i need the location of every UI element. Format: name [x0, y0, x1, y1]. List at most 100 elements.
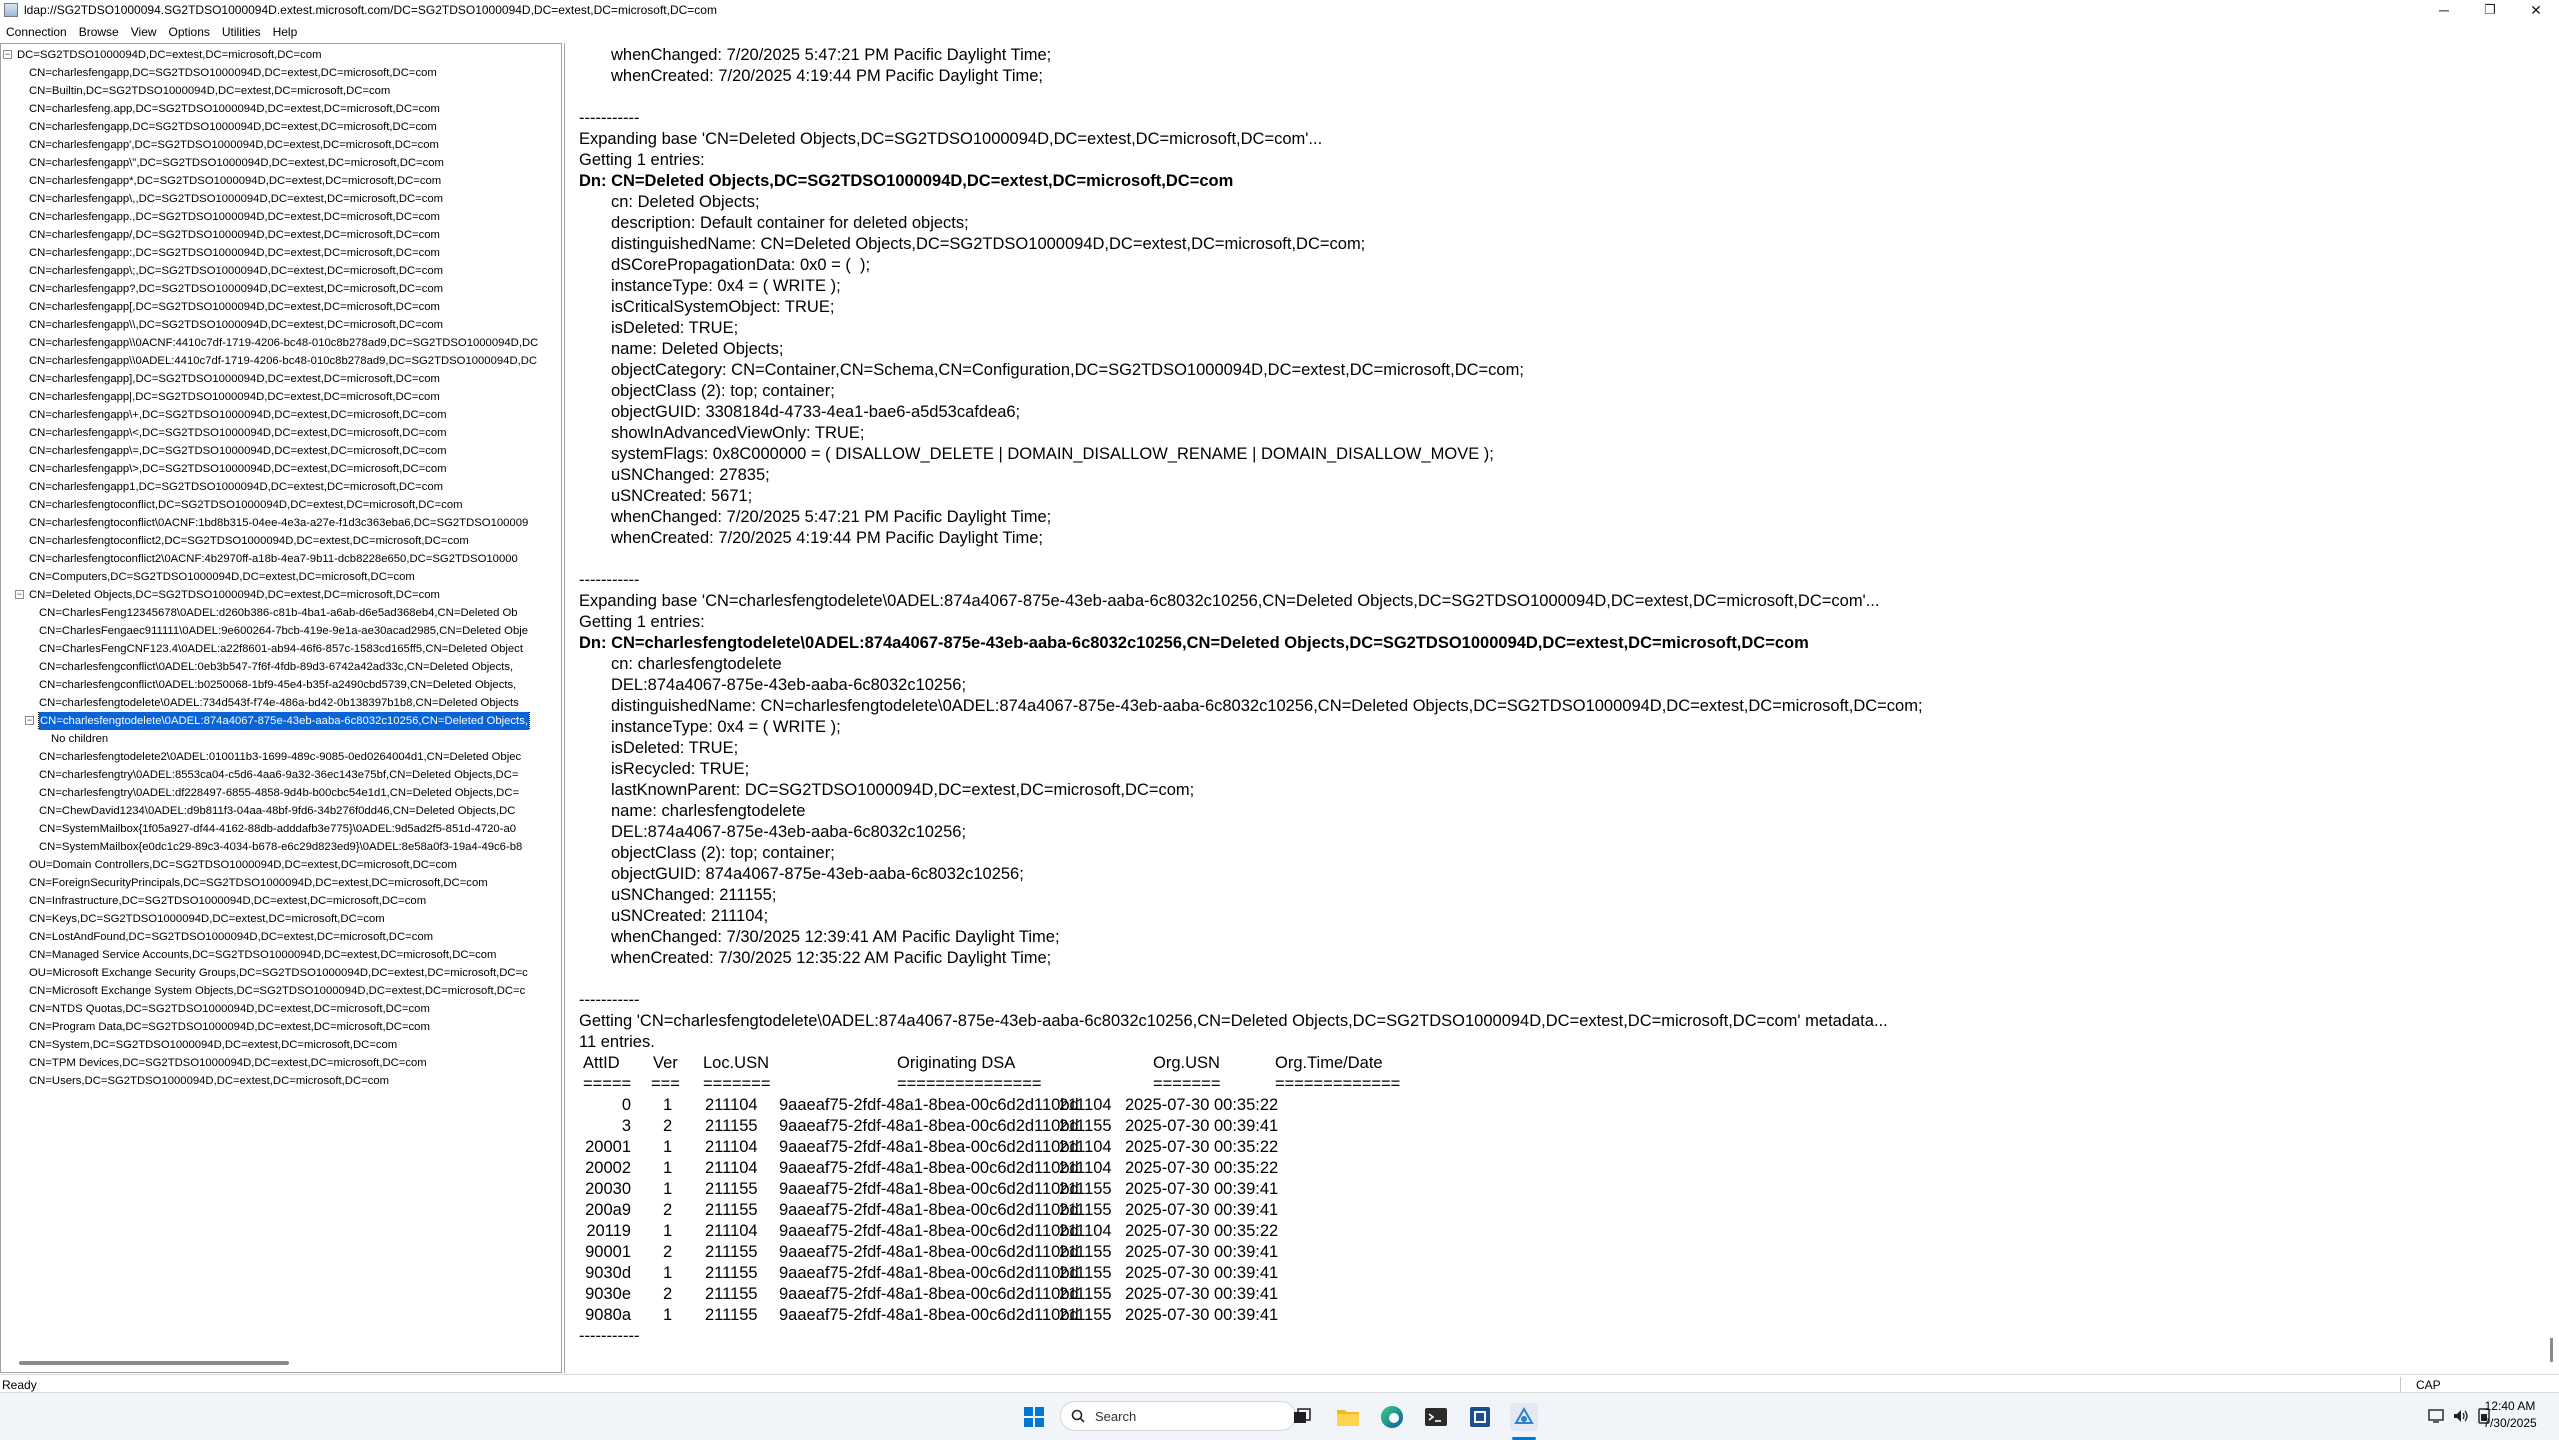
tree-node[interactable]: CN=charlesfengapp],DC=SG2TDSO1000094D,DC… — [1, 370, 561, 388]
tree-node[interactable]: CN=charlesfengapp/,DC=SG2TDSO1000094D,DC… — [1, 226, 561, 244]
window-title: ldap://SG2TDSO1000094.SG2TDSO1000094D.ex… — [24, 3, 717, 17]
tree-node-selected[interactable]: − CN=charlesfengtodelete\0ADEL:874a4067-8… — [1, 712, 561, 730]
file-explorer-icon[interactable] — [1334, 1403, 1362, 1431]
tree-node[interactable]: CN=charlesfengapp\;,DC=SG2TDSO1000094D,D… — [1, 262, 561, 280]
vertical-scrollbar[interactable] — [2550, 1338, 2553, 1362]
tree-collapse-icon[interactable]: − — [15, 590, 24, 599]
edge-browser-icon[interactable] — [1378, 1403, 1406, 1431]
search-icon — [1071, 1409, 1085, 1423]
menu-utilities[interactable]: Utilities — [216, 25, 267, 39]
tree-node[interactable]: CN=Program Data,DC=SG2TDSO1000094D,DC=ex… — [1, 1018, 561, 1036]
tree-node[interactable]: CN=Infrastructure,DC=SG2TDSO1000094D,DC=… — [1, 892, 561, 910]
tree-node[interactable]: CN=SystemMailbox{1f05a927-df44-4162-88db… — [1, 820, 561, 838]
tree-node[interactable]: CN=Microsoft Exchange System Objects,DC=… — [1, 982, 561, 1000]
tree-node[interactable]: CN=CharlesFeng12345678\0ADEL:d260b386-c8… — [1, 604, 561, 622]
tree-node[interactable]: OU=Microsoft Exchange Security Groups,DC… — [1, 964, 561, 982]
tree-node[interactable]: CN=charlesfengtry\0ADEL:8553ca04-c5d6-4a… — [1, 766, 561, 784]
ldp-app-icon[interactable] — [1510, 1403, 1538, 1431]
tree-view[interactable]: − DC=SG2TDSO1000094D,DC=extest,DC=microso… — [1, 46, 561, 1090]
tree-pane[interactable]: − DC=SG2TDSO1000094D,DC=extest,DC=microso… — [0, 43, 562, 1373]
tree-node[interactable]: CN=charlesfengapp:,DC=SG2TDSO1000094D,DC… — [1, 244, 561, 262]
windows-start-icon[interactable] — [1020, 1403, 1048, 1431]
metadata-row: 9080a 1 211155 9aaeaf75-2fdf-48a1-8bea-00c6… — [579, 1305, 2539, 1326]
tree-node[interactable]: CN=charlesfengapp.,DC=SG2TDSO1000094D,DC… — [1, 208, 561, 226]
tree-node[interactable]: CN=charlesfengapp\=,DC=SG2TDSO1000094D,D… — [1, 442, 561, 460]
tree-node[interactable]: CN=charlesfengapp\",DC=SG2TDSO1000094D,D… — [1, 154, 561, 172]
tree-node[interactable]: CN=charlesfengapp\\0ACNF:4410c7df-1719-4… — [1, 334, 561, 352]
tree-node[interactable]: CN=TPM Devices,DC=SG2TDSO1000094D,DC=ext… — [1, 1054, 561, 1072]
tree-node[interactable]: CN=Managed Service Accounts,DC=SG2TDSO10… — [1, 946, 561, 964]
output-line: ----------- — [579, 109, 640, 127]
tree-node[interactable]: CN=charlesfengapp1,DC=SG2TDSO1000094D,DC… — [1, 478, 561, 496]
volume-icon[interactable] — [2452, 1408, 2470, 1427]
close-button[interactable]: ✕ — [2513, 0, 2559, 20]
tree-node[interactable]: CN=Users,DC=SG2TDSO1000094D,DC=extest,DC… — [1, 1072, 561, 1090]
tree-collapse-icon[interactable]: − — [3, 50, 12, 59]
tree-node[interactable]: CN=charlesfengtoconflict\0ACNF:1bd8b315-… — [1, 514, 561, 532]
metadata-row: 0 1 211104 9aaeaf75-2fdf-48a1-8bea-00c6d2d1… — [579, 1095, 2539, 1116]
menu-connection[interactable]: Connection — [0, 25, 73, 39]
tree-node[interactable]: CN=charlesfengapp\<,DC=SG2TDSO1000094D,D… — [1, 424, 561, 442]
tree-node[interactable]: CN=charlesfengapp?,DC=SG2TDSO1000094D,DC… — [1, 280, 561, 298]
taskbar-search[interactable]: Search — [1060, 1401, 1296, 1431]
menu-browse[interactable]: Browse — [73, 25, 125, 39]
menu-view[interactable]: View — [125, 25, 163, 39]
tree-node[interactable]: CN=charlesfengtoconflict,DC=SG2TDSO10000… — [1, 496, 561, 514]
tree-node[interactable]: CN=charlesfengapp\\,DC=SG2TDSO1000094D,D… — [1, 316, 561, 334]
tree-node[interactable]: CN=charlesfengtry\0ADEL:df228497-6855-48… — [1, 784, 561, 802]
tree-node[interactable]: CN=charlesfengtodelete2\0ADEL:010011b3-1… — [1, 748, 561, 766]
tree-node[interactable]: CN=NTDS Quotas,DC=SG2TDSO1000094D,DC=ext… — [1, 1000, 561, 1018]
tree-node[interactable]: CN=charlesfengapp\+,DC=SG2TDSO1000094D,D… — [1, 406, 561, 424]
tree-node-label: CN=charlesfengapp\=,DC=SG2TDSO1000094D,D… — [29, 445, 447, 457]
horizontal-scrollbar[interactable] — [19, 1361, 289, 1365]
tree-node[interactable]: CN=charlesfengapp[,DC=SG2TDSO1000094D,DC… — [1, 298, 561, 316]
tree-node[interactable]: CN=charlesfengapp|,DC=SG2TDSO1000094D,DC… — [1, 388, 561, 406]
tree-node[interactable]: CN=ForeignSecurityPrincipals,DC=SG2TDSO1… — [1, 874, 561, 892]
tree-node[interactable]: CN=charlesfengapp\\0ADEL:4410c7df-1719-4… — [1, 352, 561, 370]
tree-node-label: CN=charlesfengapp:,DC=SG2TDSO1000094D,DC… — [29, 247, 440, 259]
tree-node[interactable]: CN=charlesfengapp,DC=SG2TDSO1000094D,DC=… — [1, 64, 561, 82]
maximize-button[interactable]: ❐ — [2467, 0, 2513, 20]
tree-node[interactable]: No children — [1, 730, 561, 748]
tree-node[interactable]: − DC=SG2TDSO1000094D,DC=extest,DC=microso… — [1, 46, 561, 64]
tree-node[interactable]: CN=LostAndFound,DC=SG2TDSO1000094D,DC=ex… — [1, 928, 561, 946]
tree-node[interactable]: CN=charlesfengapp\>,DC=SG2TDSO1000094D,D… — [1, 460, 561, 478]
tree-node[interactable]: CN=charlesfengapp\,,DC=SG2TDSO1000094D,D… — [1, 190, 561, 208]
tree-node[interactable]: CN=SystemMailbox{e0dc1c29-89c3-4034-b678… — [1, 838, 561, 856]
tree-node-label: CN=charlesfengapp/,DC=SG2TDSO1000094D,DC… — [29, 229, 440, 241]
tree-node[interactable]: CN=ChewDavid1234\0ADEL:d9b811f3-04aa-48b… — [1, 802, 561, 820]
tree-node[interactable]: CN=Computers,DC=SG2TDSO1000094D,DC=extes… — [1, 568, 561, 586]
tree-node[interactable]: CN=charlesfengapp,DC=SG2TDSO1000094D,DC=… — [1, 118, 561, 136]
menu-help[interactable]: Help — [267, 25, 304, 39]
tree-node[interactable]: CN=charlesfengapp',DC=SG2TDSO1000094D,DC… — [1, 136, 561, 154]
output-pane[interactable]: whenChanged: 7/20/2025 5:47:21 PM Pacifi… — [564, 43, 2559, 1373]
tree-collapse-icon[interactable]: − — [25, 716, 34, 725]
tree-node[interactable]: CN=charlesfengtoconflict2\0ACNF:4b2970ff… — [1, 550, 561, 568]
app-icon[interactable] — [1466, 1403, 1494, 1431]
tree-node[interactable]: CN=charlesfengconflict\0ADEL:0eb3b547-7f… — [1, 658, 561, 676]
menu-options[interactable]: Options — [163, 25, 216, 39]
clock[interactable]: 12:40 AM 7/30/2025 — [2470, 1398, 2550, 1432]
tree-node[interactable]: CN=charlesfengconflict\0ADEL:b0250068-1b… — [1, 676, 561, 694]
tree-node[interactable]: − CN=Deleted Objects,DC=SG2TDSO1000094D,D… — [1, 586, 561, 604]
tree-node[interactable]: OU=Domain Controllers,DC=SG2TDSO1000094D… — [1, 856, 561, 874]
tree-node[interactable]: CN=CharlesFengaec911111\0ADEL:9e600264-7… — [1, 622, 561, 640]
tree-node[interactable]: CN=charlesfengtodelete\0ADEL:734d543f-f7… — [1, 694, 561, 712]
tree-node[interactable]: CN=charlesfengtoconflict2,DC=SG2TDSO1000… — [1, 532, 561, 550]
metadata-table: AttID Ver Loc.USN Originating DSA Org.USN Org… — [579, 1053, 2539, 1347]
tree-node[interactable]: CN=CharlesFengCNF123.4\0ADEL:a22f8601-ab… — [1, 640, 561, 658]
tree-node[interactable]: CN=System,DC=SG2TDSO1000094D,DC=extest,D… — [1, 1036, 561, 1054]
metadata-cell: 211155 — [1059, 1264, 1112, 1282]
tree-node[interactable]: CN=Keys,DC=SG2TDSO1000094D,DC=extest,DC=… — [1, 910, 561, 928]
tree-node[interactable]: CN=Builtin,DC=SG2TDSO1000094D,DC=extest,… — [1, 82, 561, 100]
minimize-button[interactable]: ─ — [2421, 0, 2467, 20]
terminal-icon[interactable] — [1422, 1403, 1450, 1431]
output-line: Getting 1 entries: — [579, 151, 705, 169]
network-icon[interactable] — [2428, 1408, 2446, 1427]
task-view-icon[interactable] — [1288, 1403, 1316, 1431]
output-line: systemFlags: 0x8C000000 = ( DISALLOW_DEL… — [611, 445, 1494, 463]
metadata-row: 9030e 2 211155 9aaeaf75-2fdf-48a1-8bea-00c6… — [579, 1284, 2539, 1305]
tree-node[interactable]: CN=charlesfeng.app,DC=SG2TDSO1000094D,DC… — [1, 100, 561, 118]
tree-node[interactable]: CN=charlesfengapp*,DC=SG2TDSO1000094D,DC… — [1, 172, 561, 190]
